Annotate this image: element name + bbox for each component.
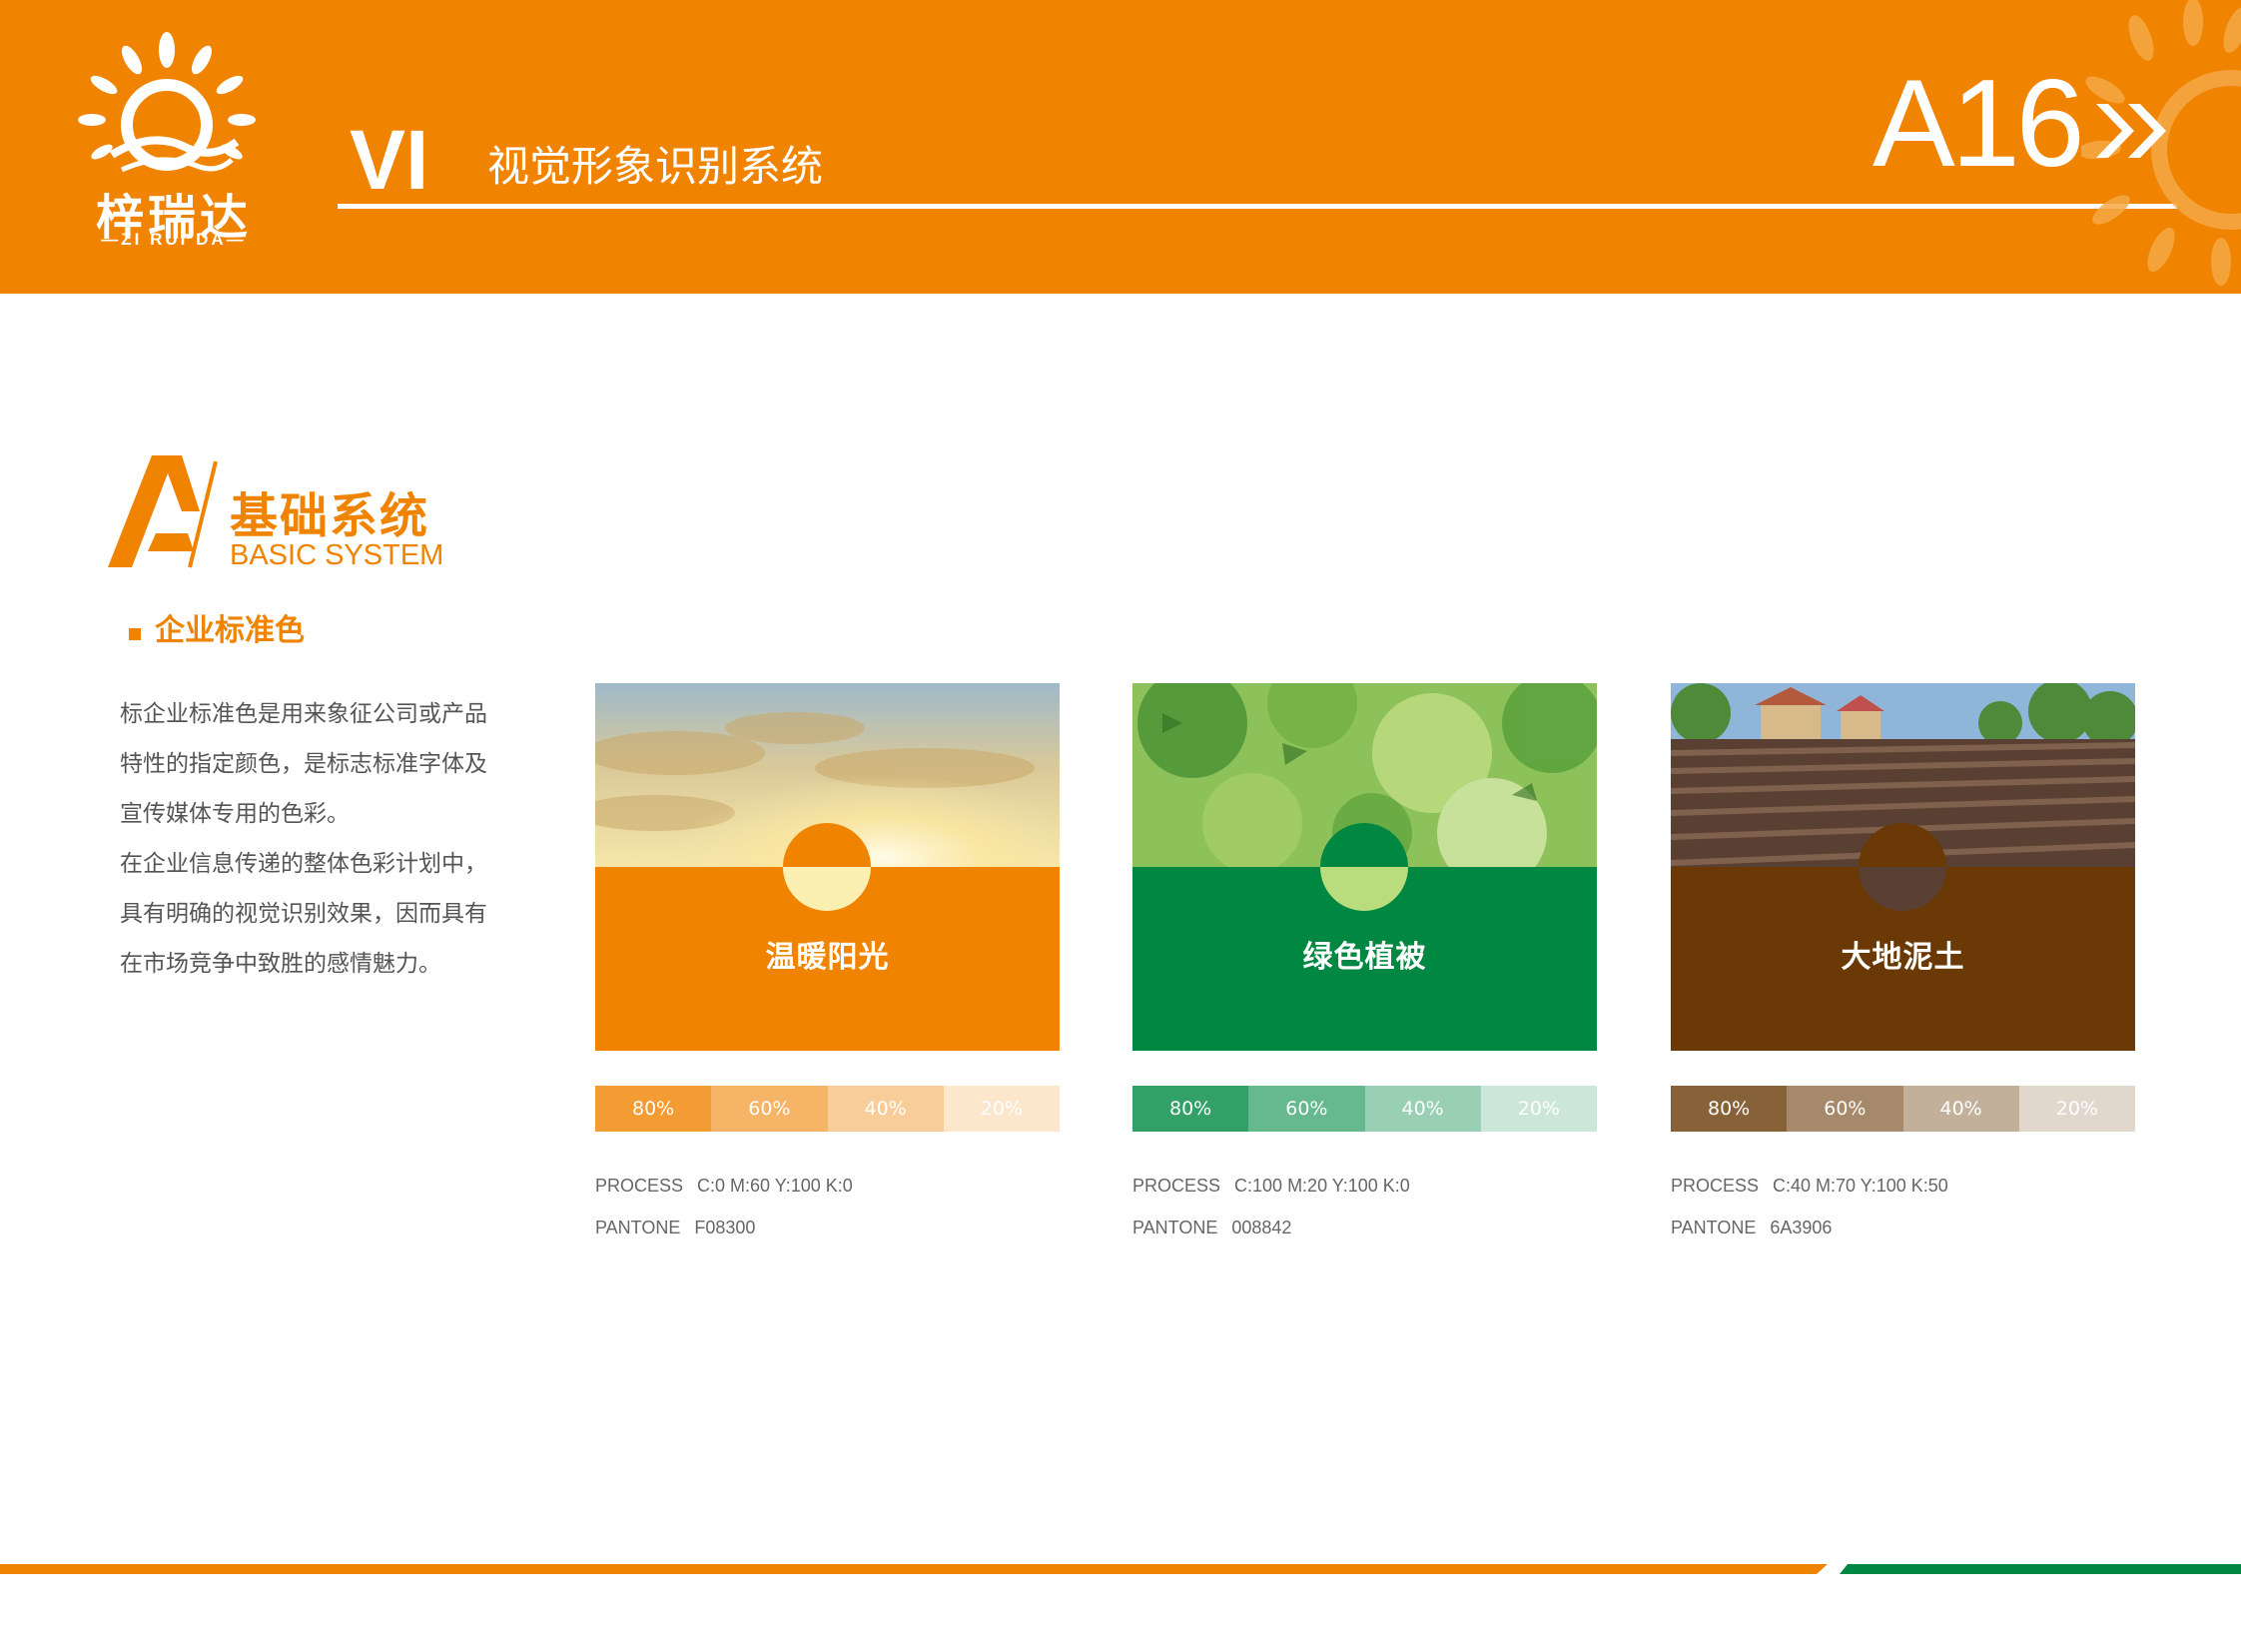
description-line: 标企业标准色是用来象征公司或产品: [120, 701, 487, 727]
color-name: 大地泥土: [1841, 940, 1965, 975]
tint-strip: 80% 60% 40% 20%: [1132, 1086, 1597, 1132]
header-banner: 梓瑞达 —ZI RUI DA— VI 视觉形象识别系统 A16: [0, 0, 2241, 294]
section-title-cn: 基础系统: [230, 488, 430, 544]
description-line: 宣传媒体专用的色彩。: [120, 801, 350, 827]
tint-80: 80%: [595, 1086, 712, 1132]
process-spec: PROCESS C:100 M:20 Y:100 K:0: [1132, 1176, 1410, 1197]
sub-heading-bullet: [129, 628, 141, 640]
color-circle: [1859, 823, 1946, 911]
tint-40: 40%: [827, 1086, 944, 1132]
pantone-label: PANTONE: [595, 1218, 681, 1238]
color-name: 绿色植被: [1302, 940, 1427, 975]
color-name: 温暖阳光: [765, 940, 890, 975]
pantone-value: F08300: [694, 1218, 756, 1238]
sun-logo-icon: [78, 32, 256, 173]
process-value: C:40 M:70 Y:100 K:50: [1773, 1176, 1948, 1196]
color-circle: [783, 823, 871, 911]
tint-20: 20%: [2018, 1086, 2135, 1132]
process-label: PROCESS: [1671, 1176, 1760, 1196]
process-label: PROCESS: [1132, 1176, 1221, 1196]
header-subtitle: 视觉形象识别系统: [487, 142, 824, 191]
tint-20: 20%: [943, 1086, 1060, 1132]
company-logo: 梓瑞达 —ZI RUI DA—: [62, 30, 272, 255]
footer-bar-orange: [0, 1564, 1828, 1574]
pantone-label: PANTONE: [1132, 1218, 1218, 1238]
tint-60: 60%: [1787, 1086, 1903, 1132]
process-spec: PROCESS C:0 M:60 Y:100 K:0: [595, 1176, 853, 1197]
header-divider: [338, 204, 2177, 209]
tint-80: 80%: [1132, 1086, 1249, 1132]
tint-80: 80%: [1671, 1086, 1788, 1132]
pantone-value: 6A3906: [1770, 1218, 1833, 1238]
description-line: 具有明确的视觉识别效果，因而具有: [120, 901, 487, 927]
pantone-label: PANTONE: [1671, 1218, 1757, 1238]
description-line: 在市场竞争中致胜的感情魅力。: [120, 951, 441, 977]
process-label: PROCESS: [595, 1176, 684, 1196]
logo-english-name: —ZI RUI DA—: [101, 230, 247, 249]
process-value: C:100 M:20 Y:100 K:0: [1234, 1176, 1410, 1196]
section-title-en: BASIC SYSTEM: [230, 539, 444, 571]
process-value: C:0 M:60 Y:100 K:0: [697, 1176, 853, 1196]
pantone-spec: PANTONE 6A3906: [1671, 1218, 1832, 1239]
tint-40: 40%: [1902, 1086, 2019, 1132]
footer-bar-green: [1840, 1564, 2241, 1574]
description-line: 特性的指定颜色，是标志标准字体及: [120, 751, 487, 777]
process-spec: PROCESS C:40 M:70 Y:100 K:50: [1671, 1176, 1948, 1197]
tint-strip: 80% 60% 40% 20%: [595, 1086, 1060, 1132]
section-letter-a-icon: [108, 455, 218, 568]
description-text: 标企业标准色是用来象征公司或产品 特性的指定颜色，是标志标准字体及 宣传媒体专用…: [120, 689, 519, 989]
vi-label: VI: [350, 113, 429, 207]
pantone-value: 008842: [1231, 1218, 1292, 1238]
tint-60: 60%: [711, 1086, 828, 1132]
sub-heading: 企业标准色: [155, 613, 305, 648]
tint-strip: 80% 60% 40% 20%: [1671, 1086, 2135, 1132]
pantone-spec: PANTONE 008842: [1132, 1218, 1291, 1239]
tint-60: 60%: [1248, 1086, 1365, 1132]
color-circle: [1320, 823, 1408, 911]
double-chevron-right-icon: [2096, 104, 2166, 158]
page-number: A16: [1872, 55, 2085, 193]
tint-20: 20%: [1480, 1086, 1597, 1132]
tint-40: 40%: [1364, 1086, 1481, 1132]
description-line: 在企业信息传递的整体色彩计划中，: [120, 851, 487, 877]
pantone-spec: PANTONE F08300: [595, 1218, 755, 1239]
